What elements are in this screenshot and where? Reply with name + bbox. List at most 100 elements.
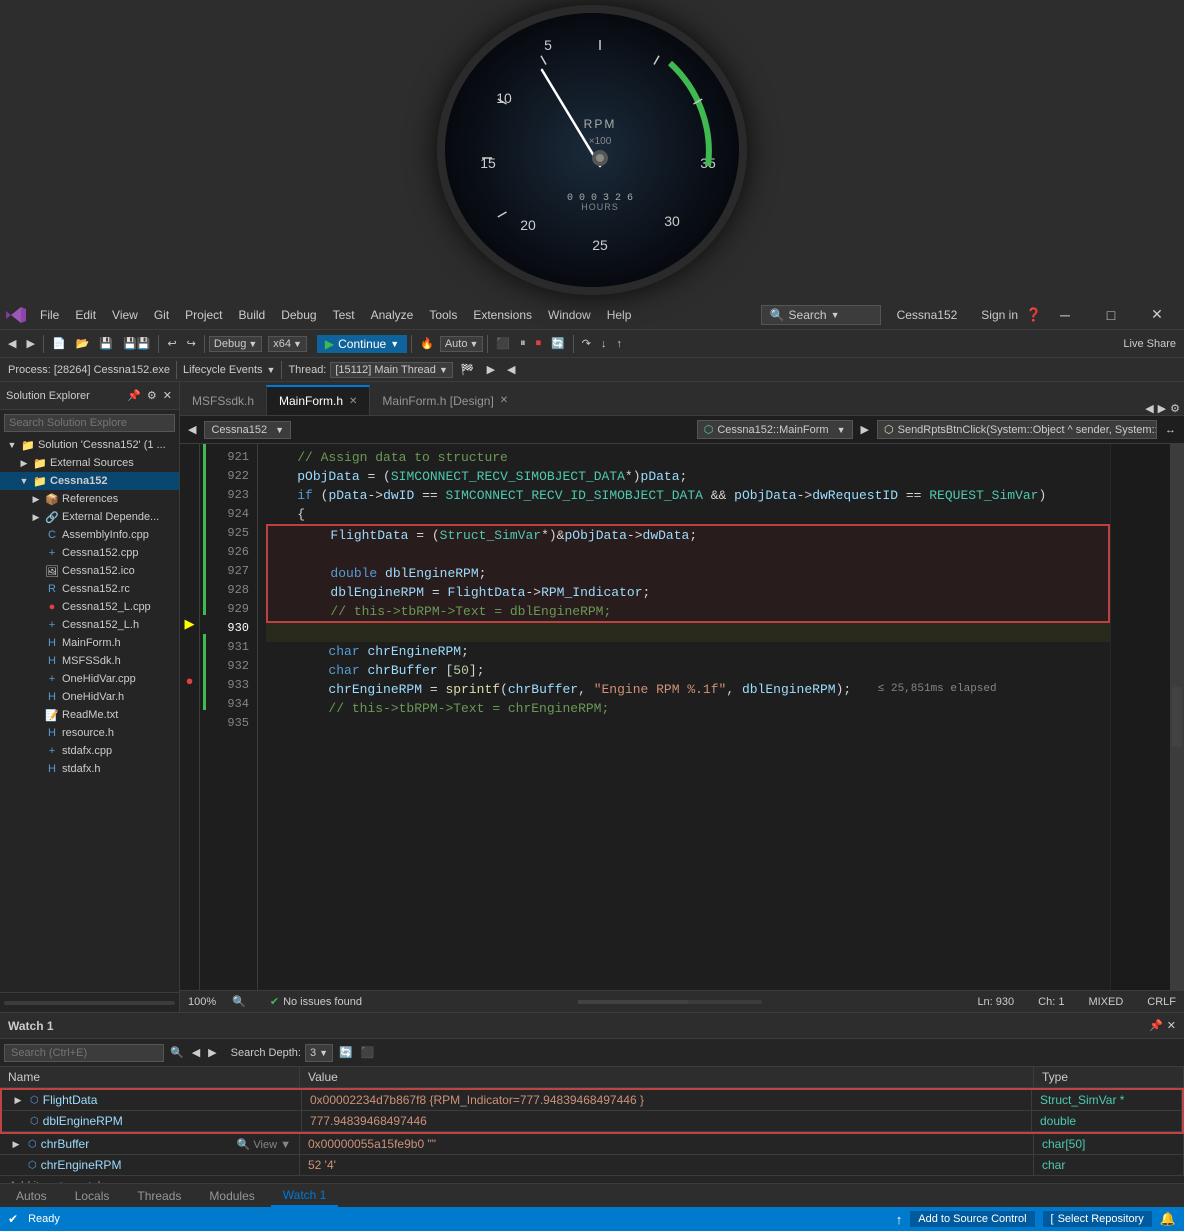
menu-window[interactable]: Window: [540, 304, 599, 326]
sign-in-button[interactable]: Sign in: [973, 306, 1026, 324]
watch-row-chrbuffer[interactable]: ▶ ⬡ chrBuffer 🔍 View ▼ 0x00000055a15fe9b…: [0, 1134, 1184, 1155]
lifecycle-dropdown[interactable]: ▼: [267, 365, 276, 375]
menu-help[interactable]: Help: [599, 304, 640, 326]
solution-expand-icon[interactable]: ▼: [4, 440, 20, 450]
tab-scroll-left[interactable]: ◀: [1145, 402, 1153, 415]
tab-mainform-h-design[interactable]: MainForm.h [Design] ✕: [370, 385, 520, 415]
step-over-btn[interactable]: ↷: [578, 335, 595, 352]
add-source-control-btn[interactable]: Add to Source Control: [910, 1211, 1034, 1227]
tree-solution[interactable]: ▼ 📁 Solution 'Cessna152' (1 ...: [0, 436, 179, 454]
nav-back-btn[interactable]: ◀: [184, 421, 200, 438]
tree-resource-h[interactable]: H resource.h: [0, 724, 179, 742]
sidebar-close-btn[interactable]: ✕: [162, 388, 173, 403]
open-button[interactable]: 📂: [72, 335, 94, 352]
watch-row-chrenginerpm[interactable]: ▶ ⬡ chrEngineRPM 52 '4' char: [0, 1155, 1184, 1176]
platform-dropdown[interactable]: x64 ▼: [268, 336, 307, 352]
search-box[interactable]: 🔍 Search ▼: [761, 305, 881, 325]
save-all-button[interactable]: 💾💾: [119, 335, 154, 352]
horizontal-scrollbar[interactable]: [578, 1000, 762, 1004]
watch-expand-btn[interactable]: ⬛: [359, 1044, 377, 1061]
tab-settings-icon[interactable]: ⚙: [1170, 402, 1180, 415]
tree-msfssdk-h[interactable]: H MSFSSdk.h: [0, 652, 179, 670]
ext-deps-expand-icon[interactable]: ▶: [28, 512, 44, 523]
add-watch-item[interactable]: Add item to watch: [0, 1176, 1184, 1183]
nav-fwd-btn[interactable]: ▶: [857, 421, 873, 438]
tab-threads[interactable]: Threads: [125, 1186, 193, 1206]
depth-dropdown[interactable]: 3 ▼: [305, 1044, 333, 1062]
view-btn[interactable]: 🔍 View ▼: [237, 1138, 291, 1151]
auto-dropdown[interactable]: Auto ▼: [440, 336, 484, 352]
menu-git[interactable]: Git: [146, 304, 177, 326]
tree-cessna152[interactable]: ▼ 📁 Cessna152: [0, 472, 179, 490]
search-solution-input[interactable]: [4, 414, 175, 432]
select-repository-btn[interactable]: [ Select Repository: [1043, 1211, 1152, 1227]
forward-button[interactable]: ▶: [22, 335, 38, 352]
nav-sync-btn[interactable]: ↔: [1161, 422, 1180, 438]
watch-close-btn[interactable]: ✕: [1167, 1019, 1176, 1032]
live-share-button[interactable]: Live Share: [1119, 336, 1180, 352]
tree-readme-txt[interactable]: 📝 ReadMe.txt: [0, 706, 179, 724]
tree-external-sources[interactable]: ▶ 📁 External Sources: [0, 454, 179, 472]
tab-scroll-right[interactable]: ▶: [1158, 402, 1166, 415]
new-file-button[interactable]: 📄: [48, 335, 70, 352]
watch-row-dblenginerpm[interactable]: ▶ ⬡ dblEngineRPM 777.94839468497446 doub…: [2, 1111, 1182, 1132]
method-dropdown[interactable]: ⬡ SendRptsBtnClick(System::Object ^ send…: [877, 420, 1157, 439]
tab-msfssdk[interactable]: MSFSsdk.h: [180, 385, 266, 415]
debug-mode-dropdown[interactable]: Debug ▼: [209, 336, 262, 352]
save-button[interactable]: 💾: [95, 335, 117, 352]
notification-icon[interactable]: 🔔: [1160, 1211, 1176, 1227]
tree-onehidvar-cpp[interactable]: + OneHidVar.cpp: [0, 670, 179, 688]
back-button[interactable]: ◀: [4, 335, 20, 352]
tree-cessna152-ico[interactable]: 🖼 Cessna152.ico: [0, 562, 179, 580]
menu-analyze[interactable]: Analyze: [363, 304, 422, 326]
restart-btn[interactable]: 🔄: [547, 335, 569, 352]
redo-button[interactable]: ↪: [183, 335, 200, 352]
tab-mainform-design-close[interactable]: ✕: [500, 395, 508, 406]
menu-file[interactable]: File: [32, 304, 67, 326]
tree-cessna152-l-h[interactable]: + Cessna152_L.h: [0, 616, 179, 634]
continue-button[interactable]: ▶ Continue ▼: [317, 335, 407, 353]
menu-build[interactable]: Build: [231, 304, 274, 326]
class-dropdown[interactable]: Cessna152 ▼: [204, 421, 291, 439]
thread-next-btn[interactable]: ▶: [483, 361, 499, 378]
tab-modules[interactable]: Modules: [197, 1186, 266, 1206]
watch-row-flightdata[interactable]: ▶ ⬡ FlightData 0x00002234d7b867f8 {RPM_I…: [2, 1090, 1182, 1111]
tree-onehidvar-h[interactable]: H OneHidVar.h: [0, 688, 179, 706]
breakpoint-btn[interactable]: ⬛: [492, 335, 514, 352]
watch-nav-fwd-btn[interactable]: ▶: [206, 1044, 218, 1061]
tab-mainform-h[interactable]: MainForm.h ✕: [266, 385, 370, 415]
stop-btn[interactable]: ⏹: [532, 335, 546, 352]
code-content[interactable]: // Assign data to structure pObjData = (…: [258, 444, 1110, 990]
scrollbar-thumb[interactable]: [1172, 687, 1182, 747]
tree-assembly-info[interactable]: C AssemblyInfo.cpp: [0, 526, 179, 544]
menu-edit[interactable]: Edit: [67, 304, 104, 326]
tab-autos[interactable]: Autos: [4, 1186, 59, 1206]
menu-view[interactable]: View: [104, 304, 146, 326]
tab-watch1[interactable]: Watch 1: [271, 1185, 339, 1207]
menu-tools[interactable]: Tools: [421, 304, 465, 326]
tree-stdafx-cpp[interactable]: + stdafx.cpp: [0, 742, 179, 760]
tree-mainform-h[interactable]: H MainForm.h: [0, 634, 179, 652]
hot-reload-button[interactable]: 🔥: [416, 335, 438, 352]
undo-button[interactable]: ↩: [163, 335, 180, 352]
watch-search-input[interactable]: [4, 1044, 164, 1062]
watch-search-btn[interactable]: 🔍: [168, 1044, 186, 1061]
thread-dropdown[interactable]: [15112] Main Thread ▼: [330, 362, 452, 378]
tree-cessna152-l-cpp[interactable]: ● Cessna152_L.cpp: [0, 598, 179, 616]
minimap[interactable]: [1110, 444, 1170, 990]
sidebar-pin-btn[interactable]: 📌: [126, 388, 142, 403]
chr-expand-icon[interactable]: ▶: [8, 1139, 24, 1150]
h-scrollbar-thumb[interactable]: [578, 1000, 688, 1004]
tab-locals[interactable]: Locals: [63, 1186, 122, 1206]
tree-stdafx-h[interactable]: H stdafx.h: [0, 760, 179, 778]
external-sources-expand-icon[interactable]: ▶: [16, 458, 32, 469]
step-into-btn[interactable]: ↓: [597, 336, 611, 352]
thread-prev-btn[interactable]: ◀: [503, 361, 519, 378]
minimize-button[interactable]: ─: [1042, 300, 1088, 330]
maximize-button[interactable]: □: [1088, 300, 1134, 330]
watch-nav-back-btn[interactable]: ◀: [190, 1044, 202, 1061]
references-expand-icon[interactable]: ▶: [28, 494, 44, 505]
member-dropdown[interactable]: ⬡ Cessna152::MainForm ▼: [697, 420, 853, 439]
tree-cessna152-cpp[interactable]: + Cessna152.cpp: [0, 544, 179, 562]
tree-cessna152-rc[interactable]: R Cessna152.rc: [0, 580, 179, 598]
